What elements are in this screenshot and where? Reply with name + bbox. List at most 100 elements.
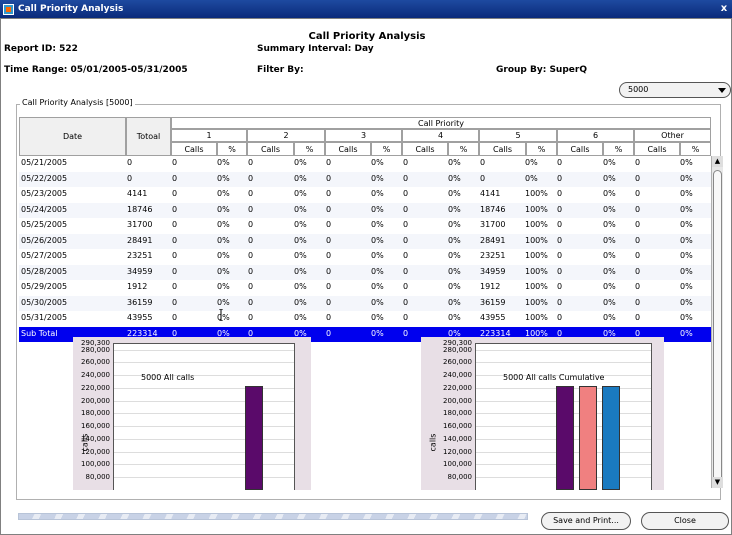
table-row[interactable]: 05/21/2005 0 0 0% 0 0% 0 0% 0 0% 0 0% 0 0% 0 0% <box>19 156 711 172</box>
table-cell: 0% <box>603 313 616 322</box>
table-row[interactable]: 05/22/2005 0 0 0% 0 0% 0 0% 0 0% 0 0% 0 0% 0 0% <box>19 171 711 187</box>
gridline <box>114 451 294 453</box>
table-cell: 0 <box>248 251 254 260</box>
gridline <box>114 426 294 428</box>
scroll-thumb[interactable] <box>713 170 722 488</box>
table-cell: 0% <box>371 251 384 260</box>
table-cell: 100% <box>525 220 548 229</box>
table-cell: 0 <box>172 313 178 322</box>
table-cell: 0 <box>557 173 563 183</box>
table-cell: 0% <box>603 282 616 291</box>
table-cell: 0% <box>371 173 384 183</box>
y-tick-label: 100,000 <box>81 460 110 469</box>
calls-subheader: Calls <box>479 142 526 156</box>
gridline <box>114 464 294 466</box>
table-cell: 0% <box>217 251 230 260</box>
table-cell: 05/26/2005 <box>21 235 68 245</box>
scroll-down-icon[interactable]: ▼ <box>712 477 723 488</box>
table-cell: 0% <box>603 297 616 307</box>
chart-plot-area <box>113 343 295 490</box>
pct-subheader: % <box>680 142 711 156</box>
table-row[interactable]: 05/28/2005 34959 0 0% 0 0% 0 0% 0 0% 34959 100% 0 0% 0… <box>19 264 711 280</box>
table-cell: 0% <box>294 297 307 307</box>
table-row[interactable]: 05/30/2005 36159 0 0% 0 0% 0 0% 0 0% 36159 100% 0 0% 0… <box>19 295 711 311</box>
table-cell: 0% <box>680 313 693 322</box>
table-cell: 0 <box>326 328 332 338</box>
scroll-up-icon[interactable]: ▲ <box>712 156 723 167</box>
y-tick-label: 160,000 <box>443 422 472 431</box>
chart-title: 5000 All calls Cumulative <box>503 373 605 382</box>
table-cell: 0 <box>127 158 133 167</box>
table-row[interactable]: 05/25/2005 31700 0 0% 0 0% 0 0% 0 0% 31700 100% 0 0% 0… <box>19 218 711 234</box>
progress-bar <box>18 513 528 520</box>
pct-subheader: % <box>526 142 557 156</box>
table-row[interactable]: 05/27/2005 23251 0 0% 0 0% 0 0% 0 0% 23251 100% 0 0% 0… <box>19 249 711 265</box>
table-cell: 0 <box>172 251 178 260</box>
call-priority-header: Call Priority <box>171 117 711 129</box>
table-cell: 0% <box>448 251 461 260</box>
save-and-print-button[interactable]: Save and Print... <box>541 512 631 530</box>
table-cell: 0 <box>635 313 641 322</box>
y-tick-label: 220,000 <box>443 383 472 392</box>
table-cell: 34959 <box>127 266 153 276</box>
gridline <box>476 362 651 364</box>
table-cell: 0 <box>403 220 409 229</box>
y-tick-label: 260,000 <box>443 358 472 367</box>
y-tick-label: 280,000 <box>443 345 472 354</box>
table-cell: 0% <box>217 297 230 307</box>
table-cell: 1912 <box>127 282 148 291</box>
vertical-scrollbar[interactable]: ▲ ▼ <box>711 156 723 488</box>
y-tick-label: 200,000 <box>81 396 110 405</box>
table-cell: 0 <box>403 173 409 183</box>
gridline <box>114 349 294 351</box>
table-cell: 0 <box>480 158 486 167</box>
table-cell: 0% <box>371 297 384 307</box>
table-cell: 0 <box>326 204 332 214</box>
table-cell: 0% <box>217 173 230 183</box>
table-cell: 0% <box>603 189 616 198</box>
table-cell: 100% <box>525 235 548 245</box>
table-cell: 0% <box>525 173 538 183</box>
table-cell: 0% <box>680 251 693 260</box>
table-cell: 0% <box>448 266 461 276</box>
table-cell: 0 <box>172 297 178 307</box>
table-cell: 0 <box>557 313 563 322</box>
calls-subheader: Calls <box>171 142 217 156</box>
table-cell: 05/22/2005 <box>21 173 68 183</box>
group-selector[interactable]: 5000 <box>619 82 731 98</box>
table-cell: 0% <box>680 220 693 229</box>
table-row[interactable]: 05/23/2005 4141 0 0% 0 0% 0 0% 0 0% 4141 100% 0 0% 0 0% <box>19 187 711 203</box>
table-cell: 05/29/2005 <box>21 282 68 291</box>
table-cell: 1912 <box>480 282 501 291</box>
table-cell: 0 <box>557 266 563 276</box>
table-cell: 0 <box>403 297 409 307</box>
table-cell: 05/25/2005 <box>21 220 68 229</box>
priority-header: 5 <box>479 129 557 142</box>
close-window-icon[interactable]: x <box>718 3 730 15</box>
table-cell: 0 <box>248 313 254 322</box>
chevron-down-icon[interactable] <box>717 86 727 94</box>
table-cell: 0% <box>217 235 230 245</box>
table-cell: 0% <box>371 220 384 229</box>
table-cell: 34959 <box>480 266 506 276</box>
table-cell: 0% <box>294 282 307 291</box>
table-row[interactable]: 05/24/2005 18746 0 0% 0 0% 0 0% 0 0% 18746 100% 0 0% 0… <box>19 202 711 218</box>
table-cell: 0% <box>371 328 384 338</box>
table-cell: 0 <box>326 251 332 260</box>
window-title: Call Priority Analysis <box>18 4 124 14</box>
table-cell: 18746 <box>480 204 506 214</box>
table-row[interactable]: 05/26/2005 28491 0 0% 0 0% 0 0% 0 0% 28491 100% 0 0% 0… <box>19 233 711 249</box>
table-row[interactable]: 05/29/2005 1912 0 0% 0 0% 0 0% 0 0% 1912 100% 0 0% 0 0% <box>19 280 711 296</box>
table-cell: 0% <box>294 173 307 183</box>
table-cell: 0 <box>326 313 332 322</box>
time-range: Time Range: 05/01/2005-05/31/2005 <box>4 65 188 75</box>
table-cell: 0 <box>635 220 641 229</box>
table-cell: 0 <box>326 220 332 229</box>
close-button[interactable]: Close <box>641 512 729 530</box>
y-tick-label: 240,000 <box>81 371 110 380</box>
table-row[interactable]: 05/31/2005 43955 0 0% 0 0% 0 0% 0 0% 43955 100% 0 0% 0… <box>19 311 711 327</box>
title-bar: Call Priority Analysis x <box>0 0 732 18</box>
table-cell: 0 <box>326 282 332 291</box>
y-axis-label: calls <box>80 433 90 452</box>
table-cell: 0% <box>294 313 307 322</box>
